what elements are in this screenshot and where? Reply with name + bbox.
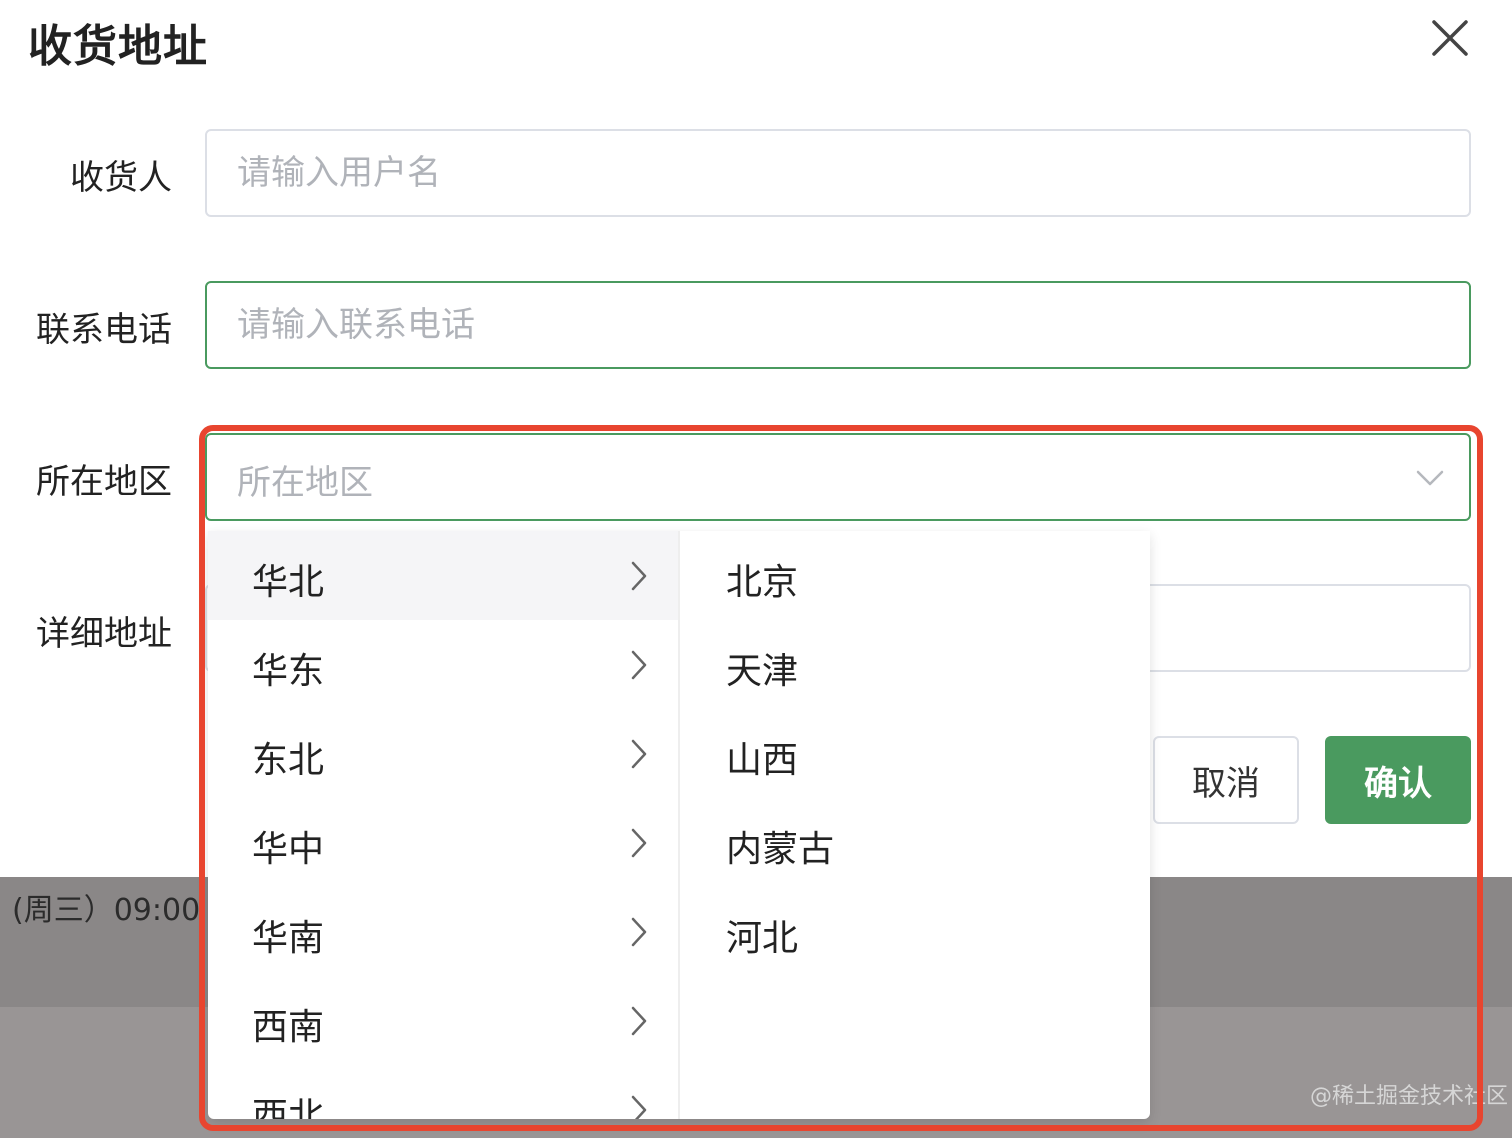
close-icon[interactable] bbox=[1428, 16, 1472, 60]
cascader-option-label: 东北 bbox=[252, 740, 325, 781]
cascader-region-option[interactable]: 东北 bbox=[208, 709, 678, 798]
cascader-province-column: 北京 天津 山西 内蒙古 河北 bbox=[680, 531, 1150, 1119]
phone-label: 联系电话 bbox=[36, 310, 172, 350]
cascader-province-option[interactable]: 北京 bbox=[680, 531, 1150, 620]
cascader-region-option[interactable]: 西南 bbox=[208, 976, 678, 1065]
receiver-label: 收货人 bbox=[70, 158, 172, 198]
chevron-right-icon bbox=[631, 1006, 647, 1036]
cascader-province-option[interactable]: 河北 bbox=[680, 887, 1150, 976]
cascader-option-label: 华中 bbox=[252, 829, 325, 870]
chevron-right-icon bbox=[631, 739, 647, 769]
cascader-province-option[interactable]: 内蒙古 bbox=[680, 798, 1150, 887]
cascader-province-option[interactable]: 山西 bbox=[680, 709, 1150, 798]
region-cascader: 华北 华东 东北 华中 华南 西南 西北 北京 天津 山西 内蒙古 河北 bbox=[208, 531, 1150, 1119]
watermark: @稀土掘金技术社区 bbox=[1309, 1084, 1508, 1109]
cascader-option-label: 西南 bbox=[252, 1007, 325, 1048]
detail-label: 详细地址 bbox=[36, 614, 172, 654]
region-select[interactable]: 所在地区 bbox=[205, 433, 1471, 521]
phone-input[interactable] bbox=[205, 281, 1471, 369]
cascader-region-column: 华北 华东 东北 华中 华南 西南 西北 bbox=[208, 531, 680, 1119]
cascader-option-label: 华南 bbox=[252, 918, 325, 959]
background-schedule-text: (周三）09:00 bbox=[12, 893, 201, 928]
region-select-placeholder: 所在地区 bbox=[237, 463, 373, 503]
cascader-region-option[interactable]: 华北 bbox=[208, 531, 678, 620]
cascader-option-label: 华东 bbox=[252, 651, 325, 692]
dialog-title: 收货地址 bbox=[28, 21, 208, 72]
chevron-right-icon bbox=[631, 1095, 647, 1119]
chevron-right-icon bbox=[631, 917, 647, 947]
cascader-option-label: 天津 bbox=[726, 651, 799, 692]
chevron-right-icon bbox=[631, 650, 647, 680]
cascader-region-option[interactable]: 华中 bbox=[208, 798, 678, 887]
cascader-option-label: 华北 bbox=[252, 562, 325, 603]
chevron-right-icon bbox=[631, 828, 647, 858]
cascader-option-label: 西北 bbox=[252, 1096, 325, 1119]
cascader-option-label: 内蒙古 bbox=[726, 829, 835, 870]
cascader-region-option[interactable]: 华南 bbox=[208, 887, 678, 976]
region-label: 所在地区 bbox=[36, 462, 172, 502]
chevron-right-icon bbox=[631, 561, 647, 591]
receiver-input[interactable] bbox=[205, 129, 1471, 217]
cascader-region-option[interactable]: 西北 bbox=[208, 1065, 678, 1119]
cascader-region-option[interactable]: 华东 bbox=[208, 620, 678, 709]
cancel-button[interactable]: 取消 bbox=[1153, 736, 1299, 824]
cascader-option-label: 北京 bbox=[726, 562, 799, 603]
cascader-option-label: 山西 bbox=[726, 740, 799, 781]
cascader-option-label: 河北 bbox=[726, 918, 799, 959]
chevron-down-icon bbox=[1416, 470, 1444, 486]
cascader-province-option[interactable]: 天津 bbox=[680, 620, 1150, 709]
confirm-button[interactable]: 确认 bbox=[1325, 736, 1471, 824]
